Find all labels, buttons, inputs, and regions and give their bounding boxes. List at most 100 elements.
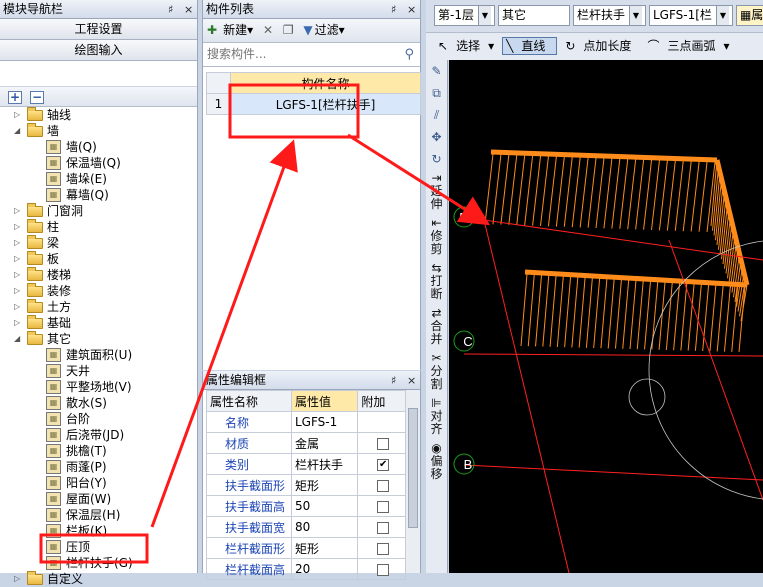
- property-scrollbar[interactable]: [405, 390, 420, 573]
- expand-icon[interactable]: ▷: [14, 107, 20, 123]
- extra-checkbox[interactable]: [377, 479, 390, 492]
- tree-folder[interactable]: ▷ 板: [0, 251, 197, 267]
- line-button[interactable]: ╲ 直线: [502, 37, 558, 55]
- tree-item[interactable]: ▦ 屋面(W): [0, 491, 197, 507]
- expand-icon[interactable]: ▷: [14, 219, 20, 235]
- tree-folder[interactable]: ▷ 楼梯: [0, 267, 197, 283]
- table-row[interactable]: 1 LGFS-1[栏杆扶手]: [206, 93, 421, 115]
- align-button[interactable]: ⊫ 对齐: [426, 397, 447, 436]
- copy-icon[interactable]: ❐: [283, 23, 294, 37]
- property-value[interactable]: 80: [290, 516, 359, 538]
- select-button[interactable]: ↖ 选择 ▾: [438, 39, 494, 53]
- close-icon[interactable]: ×: [407, 0, 416, 19]
- tree-item[interactable]: ▦ 平整场地(V): [0, 379, 197, 395]
- property-value[interactable]: 50: [290, 495, 359, 517]
- collapse-icon[interactable]: ◢: [14, 331, 20, 347]
- property-row[interactable]: 扶手截面高 50: [206, 495, 406, 517]
- tree-item[interactable]: ▦ 阳台(Y): [0, 475, 197, 491]
- cad-canvas[interactable]: D C B: [449, 60, 763, 573]
- extend-button[interactable]: ⇥ 延伸: [426, 172, 447, 211]
- project-settings-button[interactable]: 工程设置: [0, 19, 197, 40]
- delete-icon[interactable]: ✕: [263, 23, 273, 37]
- extra-checkbox[interactable]: [377, 542, 390, 555]
- tree-item[interactable]: ▦ 墙(Q): [0, 139, 197, 155]
- extra-checkbox[interactable]: [377, 521, 390, 534]
- property-value[interactable]: 矩形: [290, 537, 359, 559]
- tree-folder[interactable]: ▷ 装修: [0, 283, 197, 299]
- tree-item[interactable]: ▦ 栏杆扶手(G): [0, 555, 197, 571]
- drawing-input-button[interactable]: 绘图输入: [0, 40, 197, 61]
- scrollbar-thumb[interactable]: [408, 408, 418, 528]
- component-select[interactable]: LGFS-1[栏 ▼: [648, 5, 733, 26]
- property-value[interactable]: 金属: [290, 432, 359, 454]
- tree-item[interactable]: ▦ 幕墙(Q): [0, 187, 197, 203]
- tree-folder[interactable]: ▷ 基础: [0, 315, 197, 331]
- new-button[interactable]: 新建: [223, 23, 247, 37]
- expand-icon[interactable]: ▷: [14, 315, 20, 331]
- expand-icon[interactable]: ▷: [14, 251, 20, 267]
- property-value[interactable]: 栏杆扶手: [290, 453, 359, 475]
- property-row[interactable]: 栏杆截面形 矩形: [206, 537, 406, 559]
- filter-button[interactable]: 过滤: [315, 23, 339, 37]
- collapse-all-icon[interactable]: −: [30, 91, 44, 104]
- tree-item[interactable]: ▦ 墙垛(E): [0, 171, 197, 187]
- pin-icon[interactable]: ♯: [168, 0, 173, 19]
- tree-item[interactable]: ▦ 压顶: [0, 539, 197, 555]
- expand-icon[interactable]: ▷: [14, 267, 20, 283]
- property-value[interactable]: 矩形: [290, 474, 359, 496]
- component-name-cell[interactable]: LGFS-1[栏杆扶手]: [230, 93, 421, 115]
- properties-button[interactable]: ▦属性: [735, 5, 763, 26]
- tree-item[interactable]: ▦ 栏板(K): [0, 523, 197, 539]
- offset-button[interactable]: ◉ 偏移: [426, 442, 447, 481]
- property-row[interactable]: 材质 金属: [206, 432, 406, 454]
- filter-icon[interactable]: ▼: [303, 23, 312, 37]
- extra-checkbox[interactable]: ✔: [377, 458, 390, 471]
- tree-item[interactable]: ▦ 雨蓬(P): [0, 459, 197, 475]
- expand-icon[interactable]: ▷: [14, 571, 20, 587]
- tree-folder[interactable]: ▷ 梁: [0, 235, 197, 251]
- search-icon[interactable]: ⚲: [404, 47, 414, 62]
- expand-icon[interactable]: ▷: [14, 235, 20, 251]
- merge-button[interactable]: ⇄ 合并: [426, 307, 447, 346]
- expand-icon[interactable]: ▷: [14, 203, 20, 219]
- tree-item[interactable]: ▦ 保温层(H): [0, 507, 197, 523]
- point-length-button[interactable]: ↻ 点加长度: [565, 39, 639, 53]
- copy-icon[interactable]: ⧉: [426, 82, 447, 104]
- tree-folder[interactable]: ▷ 门窗洞: [0, 203, 197, 219]
- tree-folder[interactable]: ▷ 自定义: [0, 571, 197, 587]
- tree-folder[interactable]: ▷ 柱: [0, 219, 197, 235]
- trim-button[interactable]: ⇤ 修剪: [426, 217, 447, 256]
- mirror-icon[interactable]: ⫽: [426, 104, 447, 126]
- dropdown-arrow-icon[interactable]: ▾: [339, 23, 345, 37]
- break-button[interactable]: ⇆ 打断: [426, 262, 447, 301]
- type-select[interactable]: 栏杆扶手 ▼: [572, 5, 646, 26]
- tree-folder[interactable]: ◢ 墙: [0, 123, 197, 139]
- tree-item[interactable]: ▦ 散水(S): [0, 395, 197, 411]
- move-icon[interactable]: ✥: [426, 126, 447, 148]
- rotate-icon[interactable]: ↻: [426, 148, 447, 170]
- floor-select[interactable]: 第-1层 ▼: [434, 5, 495, 26]
- new-icon[interactable]: ✚: [207, 23, 217, 37]
- property-row[interactable]: 类别 栏杆扶手 ✔: [206, 453, 406, 475]
- tree-folder[interactable]: ◢ 其它: [0, 331, 197, 347]
- extra-checkbox[interactable]: [377, 437, 390, 450]
- tree-folder[interactable]: ▷ 轴线: [0, 107, 197, 123]
- close-icon[interactable]: ×: [184, 0, 193, 19]
- extra-checkbox[interactable]: [377, 500, 390, 513]
- expand-icon[interactable]: ▷: [14, 283, 20, 299]
- search-input[interactable]: [203, 43, 393, 65]
- arc-button[interactable]: ⌒ 三点画弧 ▾: [647, 39, 729, 53]
- property-row[interactable]: 栏杆截面高 20: [206, 558, 406, 580]
- property-row[interactable]: 扶手截面宽 80: [206, 516, 406, 538]
- tree-item[interactable]: ▦ 天井: [0, 363, 197, 379]
- tree-item[interactable]: ▦ 后浇带(JD): [0, 427, 197, 443]
- tree-item[interactable]: ▦ 挑檐(T): [0, 443, 197, 459]
- tree-item[interactable]: ▦ 建筑面积(U): [0, 347, 197, 363]
- property-row[interactable]: 名称 LGFS-1: [206, 411, 406, 433]
- collapse-icon[interactable]: ◢: [14, 123, 20, 139]
- pin-icon[interactable]: ♯: [391, 371, 396, 390]
- expand-icon[interactable]: ▷: [14, 299, 20, 315]
- property-value[interactable]: LGFS-1: [290, 411, 359, 433]
- pin-icon[interactable]: ♯: [391, 0, 396, 19]
- pen-icon[interactable]: ✎: [426, 60, 447, 82]
